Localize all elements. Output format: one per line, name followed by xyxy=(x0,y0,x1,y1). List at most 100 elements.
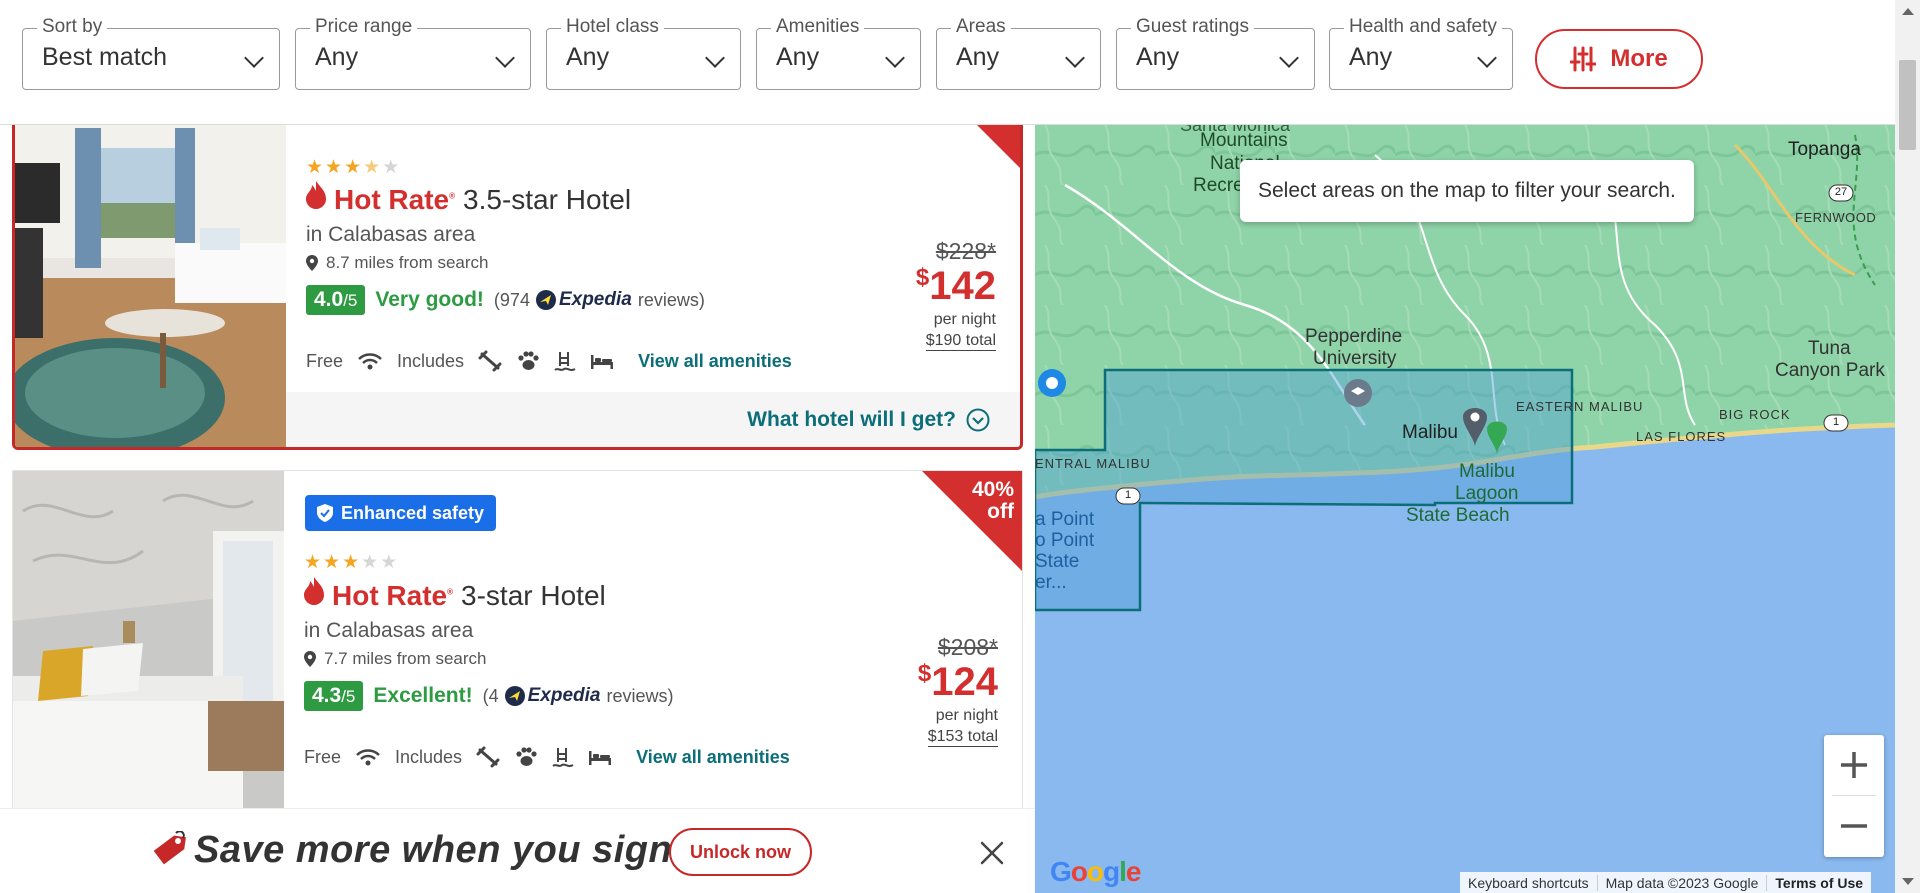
terms-of-use-link[interactable]: Terms of Use xyxy=(1766,874,1871,891)
map-filter-hint: Select areas on the map to filter your s… xyxy=(1240,160,1694,222)
price-value: 142 xyxy=(929,264,996,308)
health-safety-dropdown[interactable]: Health and safety Any xyxy=(1329,16,1513,90)
map-label-state: State xyxy=(1035,551,1080,572)
map-label-fernwood: FERNWOOD xyxy=(1795,210,1877,225)
map-label-pepperdine: Pepperdine xyxy=(1305,326,1403,347)
map-label-point-1: a Point xyxy=(1035,509,1095,530)
hot-rate-label: Hot Rate® xyxy=(334,184,456,215)
map-label-lagoon: Lagoon xyxy=(1455,483,1519,504)
chevron-down-icon xyxy=(1065,48,1085,68)
guest-rating: 4.0/5 Very good! (974 Expedia reviews) xyxy=(306,285,705,315)
map-view[interactable]: Santa Monica Mountains National Recre To… xyxy=(1035,125,1895,893)
zoom-out-button[interactable] xyxy=(1824,796,1884,856)
hotel-area: in Calabasas area xyxy=(304,619,474,642)
hotel-card[interactable]: ★ ★ ★ ★ ★ Hot Rate® 3.5-star Hotel in Calaba… xyxy=(12,125,1023,450)
hotel-card[interactable]: 40% off Enhanced safety ★ ★ ★ ★ ★ Hot Rate® … xyxy=(12,470,1023,825)
hotel-title[interactable]: Hot Rate® 3-star Hotel xyxy=(304,577,606,612)
price-range-dropdown[interactable]: Price range Any xyxy=(295,16,531,90)
map-label-university: University xyxy=(1313,348,1397,369)
sliders-icon xyxy=(1570,46,1597,72)
score-value: 4.0 xyxy=(314,288,344,311)
expedia-plane-icon xyxy=(504,686,525,706)
plus-icon xyxy=(1841,752,1867,778)
original-price: $208* xyxy=(937,634,998,660)
hotel-name: 3-star Hotel xyxy=(461,580,606,611)
scroll-up-arrow[interactable] xyxy=(1902,8,1914,15)
price-value: 124 xyxy=(931,660,998,704)
google-logo[interactable]: Google xyxy=(1050,856,1141,888)
what-hotel-will-i-get-toggle[interactable]: What hotel will I get? xyxy=(286,392,1020,447)
filter-label: Sort by xyxy=(37,16,108,38)
filter-label: Health and safety xyxy=(1344,16,1502,38)
total-price-link[interactable]: $190 total xyxy=(925,332,996,351)
review-count-suffix: reviews) xyxy=(637,289,705,310)
page-scrollbar[interactable] xyxy=(1895,0,1920,893)
more-label: More xyxy=(1610,45,1668,72)
zoom-in-button[interactable] xyxy=(1824,735,1884,795)
hotel-photo[interactable] xyxy=(15,125,286,447)
scroll-down-arrow[interactable] xyxy=(1902,878,1914,885)
map-label-malibu-lagoon: Malibu xyxy=(1459,461,1515,482)
star-rating: ★ ★ ★ ★ ★ xyxy=(306,157,400,178)
minus-icon xyxy=(1841,824,1867,828)
filter-value: Any xyxy=(1349,43,1393,71)
filter-label: Hotel class xyxy=(561,16,664,38)
chevron-down-icon xyxy=(1477,48,1497,68)
hotel-distance: 8.7 miles from search xyxy=(306,253,489,273)
hotel-class-dropdown[interactable]: Hotel class Any xyxy=(546,16,741,90)
map-label-central-malibu: ENTRAL MALIBU xyxy=(1035,456,1151,471)
chevron-circle-down-icon xyxy=(966,408,990,431)
score-max: /5 xyxy=(343,291,358,310)
sign-in-banner: Save more when you sign in! Unlock now xyxy=(0,808,1035,893)
current-price: $124 xyxy=(918,661,998,703)
view-all-amenities-link[interactable]: View all amenities xyxy=(636,747,790,768)
map-route-1b: 1 xyxy=(1124,489,1132,501)
unlock-now-button[interactable]: Unlock now xyxy=(669,828,812,876)
more-filters-button[interactable]: More xyxy=(1535,29,1703,89)
pool-icon xyxy=(554,352,576,371)
map-label-malibu: Malibu xyxy=(1402,422,1458,443)
hotel-photo[interactable] xyxy=(13,471,284,825)
areas-dropdown[interactable]: Areas Any xyxy=(936,16,1101,90)
amenities-row: Free Includes View all amenities xyxy=(306,350,792,372)
map-label-recre: Recre xyxy=(1193,175,1244,196)
guest-ratings-dropdown[interactable]: Guest ratings Any xyxy=(1116,16,1315,90)
total-price-link[interactable]: $153 total xyxy=(927,728,998,747)
expedia-plane-icon xyxy=(535,290,556,310)
filter-label: Areas xyxy=(951,16,1011,38)
filter-value: Any xyxy=(566,43,610,71)
keyboard-shortcuts-link[interactable]: Keyboard shortcuts xyxy=(1460,875,1597,891)
scrollbar-thumb[interactable] xyxy=(1899,60,1916,150)
expedia-text: Expedia xyxy=(558,289,632,310)
currency-symbol: $ xyxy=(917,660,932,687)
map-label-tuna: Tuna xyxy=(1808,338,1851,359)
map-label-state-beach: State Beach xyxy=(1406,505,1510,526)
rating-word: Very good! xyxy=(375,288,484,311)
map-label-point-2: o Point xyxy=(1035,530,1095,551)
bed-icon xyxy=(589,751,612,765)
review-count-suffix: reviews) xyxy=(606,685,674,706)
fitness-icon xyxy=(476,746,500,768)
view-all-amenities-link[interactable]: View all amenities xyxy=(638,351,792,372)
rating-score: 4.3/5 xyxy=(304,681,364,711)
score-max: /5 xyxy=(341,687,356,706)
close-icon[interactable] xyxy=(978,839,1006,867)
amenities-dropdown[interactable]: Amenities Any xyxy=(756,16,921,90)
expedia-text: Expedia xyxy=(527,685,601,706)
shield-icon xyxy=(317,504,333,522)
review-count: (4 Expedia reviews) xyxy=(483,685,674,707)
badge-label: Enhanced safety xyxy=(341,502,485,523)
chevron-down-icon xyxy=(495,48,515,68)
map-label-mountains: Mountains xyxy=(1200,130,1288,151)
star-rating: ★ ★ ★ ★ ★ xyxy=(304,552,398,573)
sort-by-dropdown[interactable]: Sort by Best match xyxy=(22,16,280,90)
map-route-1: 1 xyxy=(1832,416,1840,428)
hotel-search-page: Sort by Best match Price range Any Hotel… xyxy=(0,0,1920,893)
price-block: $228* $142 per night $190 total xyxy=(916,238,996,351)
expedia-logo: Expedia xyxy=(504,685,601,707)
rating-score: 4.0/5 xyxy=(306,285,366,315)
pet-friendly-icon xyxy=(518,351,539,370)
filter-label: Amenities xyxy=(771,16,865,38)
guest-rating: 4.3/5 Excellent! (4 Expedia reviews) xyxy=(304,681,674,711)
hotel-title[interactable]: Hot Rate® 3.5-star Hotel xyxy=(306,181,631,216)
